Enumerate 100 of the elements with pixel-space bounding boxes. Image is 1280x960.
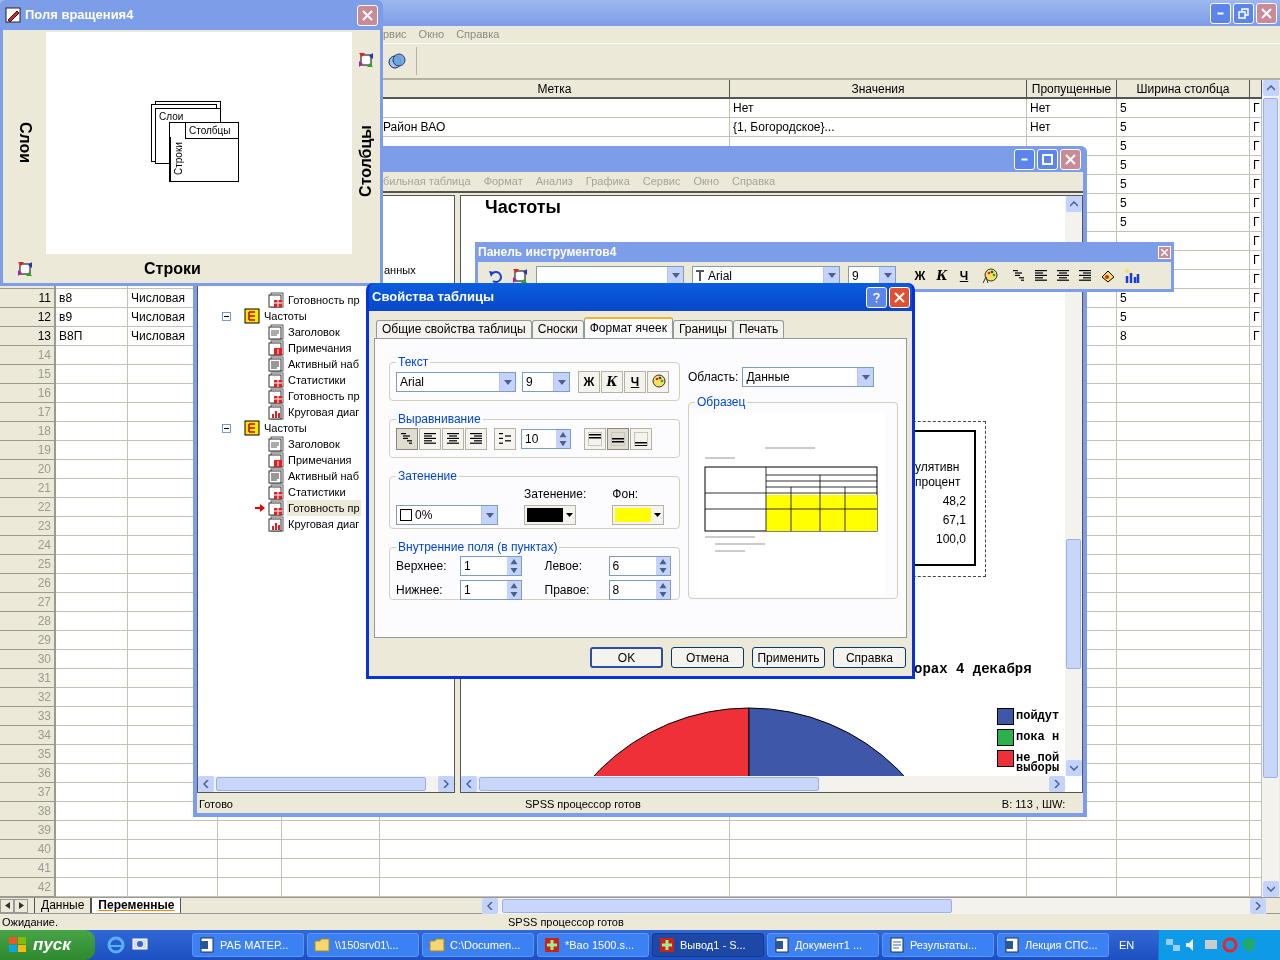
column-header[interactable]: Ширина столбца bbox=[1117, 80, 1250, 99]
taskbar-button[interactable]: Вывод1 - S... bbox=[652, 933, 764, 957]
tree-item[interactable]: Готовность пр bbox=[287, 387, 361, 405]
margin-field[interactable]: 6 bbox=[608, 556, 671, 576]
taskbar-button[interactable]: Документ1 ... bbox=[767, 933, 879, 957]
align-button[interactable] bbox=[396, 428, 418, 450]
ok-button[interactable]: OK bbox=[590, 647, 663, 668]
minimize-button[interactable] bbox=[1014, 148, 1035, 170]
horizontal-scrollbar[interactable] bbox=[461, 776, 1065, 792]
maximize-button[interactable] bbox=[1037, 148, 1058, 170]
prev-sheet-button[interactable] bbox=[0, 898, 14, 913]
dialog-button[interactable]: Применить bbox=[752, 647, 825, 668]
start-button[interactable]: пуск bbox=[0, 930, 95, 960]
style-dropdown[interactable] bbox=[536, 265, 684, 286]
font-color-button[interactable] bbox=[647, 371, 669, 393]
help-button[interactable] bbox=[866, 286, 887, 308]
close-button[interactable] bbox=[1256, 2, 1277, 24]
tree-item[interactable]: Статистики bbox=[287, 371, 347, 389]
taskbar-button[interactable]: РАБ МАТЕР... bbox=[192, 933, 304, 957]
tree-item[interactable]: Активный наб bbox=[287, 467, 360, 485]
column-header[interactable] bbox=[1250, 80, 1262, 99]
column-header[interactable]: Пропущенные bbox=[1027, 80, 1117, 99]
scrollbar-thumb[interactable] bbox=[502, 898, 952, 913]
pivot-icon[interactable] bbox=[358, 52, 374, 68]
tree-item[interactable]: Заголовок bbox=[287, 435, 341, 453]
area-dropdown[interactable]: Данные bbox=[742, 367, 875, 387]
scrollbar-thumb[interactable] bbox=[1263, 98, 1278, 778]
minimize-button[interactable] bbox=[1210, 2, 1231, 24]
underline-button[interactable]: Ч bbox=[954, 265, 974, 286]
italic-button[interactable]: К bbox=[932, 265, 952, 286]
tree-item[interactable]: Готовность пр bbox=[287, 499, 361, 517]
tree-item[interactable]: Активный наб bbox=[287, 355, 360, 373]
bold-button[interactable]: Ж bbox=[578, 371, 600, 393]
margin-field[interactable]: 8 bbox=[608, 580, 671, 600]
pattern-dropdown[interactable]: 0% bbox=[396, 505, 498, 525]
tree-item[interactable]: Частоты bbox=[263, 419, 308, 437]
indent-field[interactable]: 10 bbox=[521, 429, 571, 449]
tree-item[interactable]: Готовность пр bbox=[287, 291, 361, 309]
vertical-align-button[interactable] bbox=[630, 428, 652, 450]
dialog-button[interactable]: Отмена bbox=[671, 647, 744, 668]
language-indicator[interactable]: EN bbox=[1119, 936, 1135, 954]
tab[interactable]: Границы bbox=[672, 320, 733, 338]
color-picker[interactable] bbox=[524, 505, 576, 525]
taskbar-button[interactable]: C:\Documen... bbox=[422, 933, 534, 957]
column-header[interactable]: Значения bbox=[730, 80, 1027, 99]
align-button[interactable] bbox=[465, 428, 487, 450]
scrollbar-thumb[interactable] bbox=[1066, 539, 1081, 669]
taskbar-button[interactable]: \\150srv01\... bbox=[307, 933, 419, 957]
tree-item[interactable]: Частоты bbox=[263, 307, 308, 325]
browser-icon[interactable] bbox=[107, 936, 125, 954]
taskbar-button[interactable]: Результаты... bbox=[882, 933, 994, 957]
horizontal-scrollbar[interactable] bbox=[482, 897, 1266, 914]
next-sheet-button[interactable] bbox=[14, 898, 28, 913]
align-button[interactable] bbox=[442, 428, 464, 450]
horizontal-scrollbar[interactable] bbox=[198, 776, 454, 792]
font-dropdown[interactable]: Arial bbox=[692, 265, 840, 286]
tree-item[interactable]: Статистики bbox=[287, 483, 347, 501]
tree-item[interactable]: Круговая диаг bbox=[287, 403, 361, 421]
close-button[interactable] bbox=[1158, 245, 1171, 259]
taskbar-button[interactable]: Лекция СПС... bbox=[997, 933, 1109, 957]
tree-item[interactable]: Круговая диаг bbox=[287, 515, 361, 533]
left-triangle-icon[interactable] bbox=[4, 902, 10, 909]
pivot-icon[interactable] bbox=[512, 267, 528, 284]
close-button[interactable] bbox=[889, 286, 910, 308]
globe-icon[interactable] bbox=[388, 52, 406, 70]
align-button[interactable] bbox=[419, 428, 441, 450]
tab[interactable]: Сноски bbox=[531, 320, 584, 338]
vertical-align-button[interactable] bbox=[607, 428, 629, 450]
size-dropdown[interactable]: 9 bbox=[848, 265, 896, 286]
italic-button[interactable]: К bbox=[601, 371, 623, 393]
scrollbar-thumb[interactable] bbox=[479, 777, 819, 791]
sheet-tab[interactable]: Данные bbox=[34, 898, 92, 913]
scrollbar-thumb[interactable] bbox=[216, 777, 426, 791]
tab[interactable]: Формат ячеек bbox=[583, 317, 673, 338]
maximize-button[interactable] bbox=[1233, 2, 1254, 24]
margin-field[interactable]: 1 bbox=[460, 556, 522, 576]
bold-button[interactable]: Ж bbox=[910, 265, 930, 286]
taskbar-button[interactable]: *Вао 1500.s... bbox=[537, 933, 649, 957]
tab[interactable]: Общие свойства таблицы bbox=[376, 320, 532, 338]
bar-chart-icon[interactable] bbox=[1124, 267, 1140, 284]
font-dropdown[interactable]: Arial bbox=[396, 372, 516, 392]
column-header[interactable]: Метка bbox=[380, 80, 730, 99]
size-dropdown[interactable]: 9 bbox=[522, 372, 570, 392]
indent-button[interactable] bbox=[494, 428, 516, 450]
color-picker[interactable] bbox=[612, 505, 665, 525]
sheet-tab[interactable]: Переменные bbox=[91, 898, 182, 913]
underline-button[interactable]: Ч bbox=[624, 371, 646, 393]
margin-field[interactable]: 1 bbox=[460, 580, 522, 600]
right-triangle-icon[interactable] bbox=[18, 902, 24, 909]
tree-item[interactable]: Примечания bbox=[287, 451, 353, 469]
tree-item[interactable]: Примечания bbox=[287, 339, 353, 357]
vertical-align-button[interactable] bbox=[584, 428, 606, 450]
tree-item[interactable]: Заголовок bbox=[287, 323, 341, 341]
pivot-icon[interactable] bbox=[16, 260, 33, 277]
tab[interactable]: Печать bbox=[732, 320, 785, 338]
collapse-icon[interactable] bbox=[222, 311, 231, 321]
tree-item[interactable]: анных bbox=[384, 262, 416, 279]
dialog-button[interactable]: Справка bbox=[833, 647, 906, 668]
collapse-icon[interactable] bbox=[222, 423, 231, 433]
close-button[interactable] bbox=[1060, 148, 1081, 170]
